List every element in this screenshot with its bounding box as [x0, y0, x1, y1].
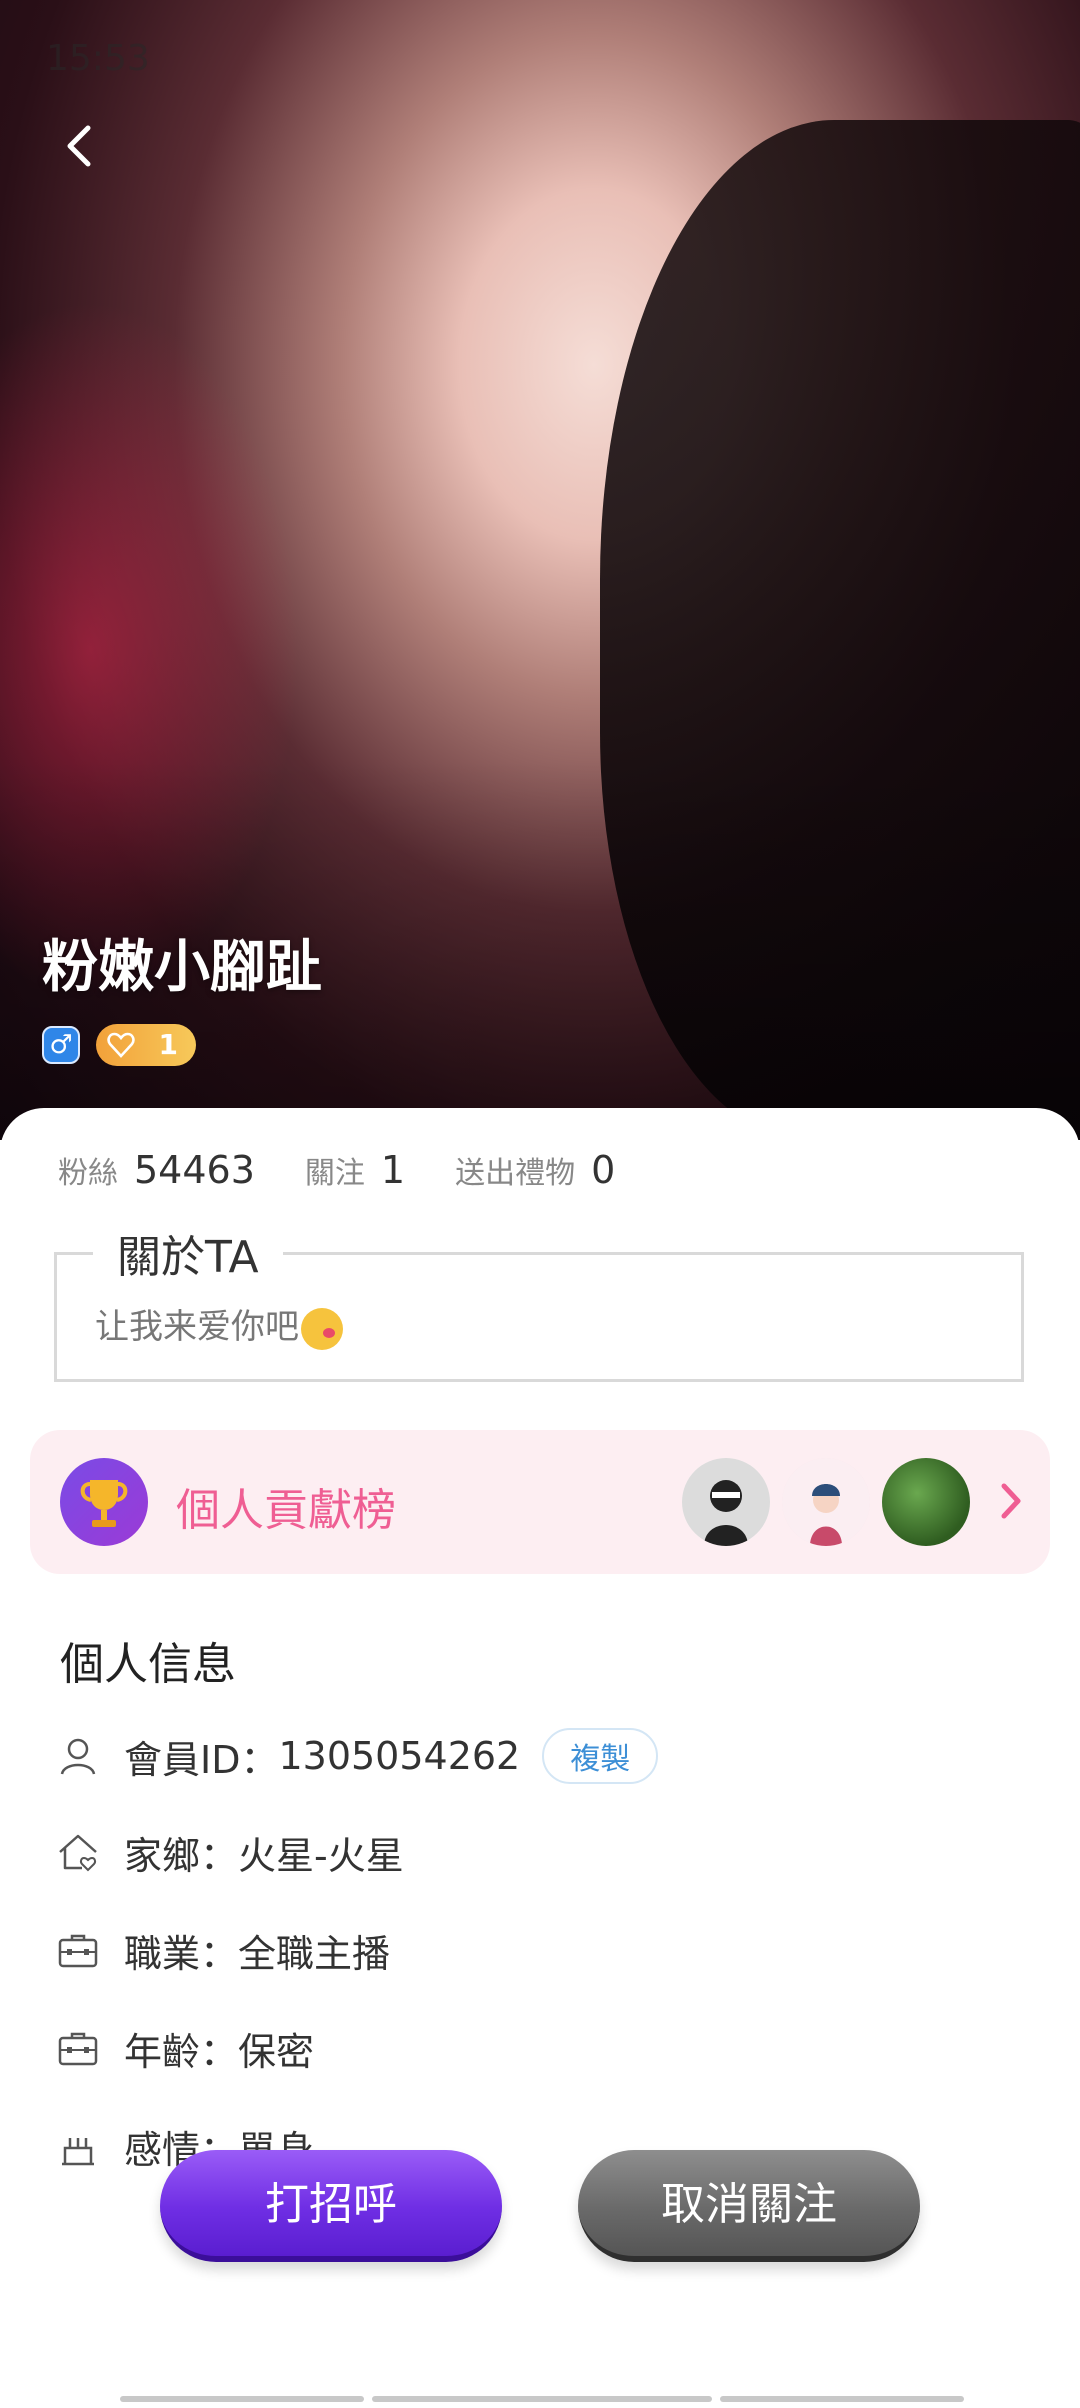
member-id-value: 1305054262: [278, 1734, 521, 1778]
contribution-ranking[interactable]: 個人貢獻榜: [30, 1430, 1050, 1574]
member-id-label: 會員ID：: [124, 1737, 279, 1782]
level-number: 1: [158, 1028, 178, 1061]
briefcase-icon: [58, 2032, 98, 2066]
copy-button[interactable]: 複製: [542, 1728, 659, 1784]
about-text: 让我来爱你吧: [95, 1299, 343, 1350]
about-box: 關於TA 让我来爱你吧: [54, 1221, 1024, 1382]
chevron-left-icon: [67, 125, 91, 167]
occupation-label: 職業：: [124, 1931, 239, 1976]
age-value: 保密: [238, 2029, 315, 2074]
chevron-right-icon: [1001, 1483, 1021, 1519]
unfollow-button[interactable]: 取消關注: [578, 2150, 920, 2262]
cake-icon: [62, 2138, 94, 2166]
status-time: 15:53: [46, 38, 150, 79]
gifts-sent-count: 0: [591, 1148, 616, 1192]
gesture-segment: [372, 2396, 712, 2402]
gifts-sent-label: 送出禮物: [455, 1156, 576, 1191]
gesture-segment: [720, 2396, 964, 2402]
following-label: 關注: [304, 1156, 365, 1191]
heart-icon: [107, 1032, 135, 1058]
back-button[interactable]: [56, 118, 104, 174]
avatar[interactable]: [782, 1458, 870, 1546]
gesture-segment: [120, 2396, 364, 2402]
gesture-bar: [120, 2396, 964, 2402]
occupation-value: 全職主播: [238, 1931, 391, 1976]
avatar[interactable]: [882, 1458, 970, 1546]
fans-count[interactable]: 54463: [134, 1148, 255, 1192]
age-label: 年齡：: [124, 2029, 239, 2074]
member-id-row: 會員ID： 1305054262 複製: [56, 1726, 659, 1786]
hometown-value: 火星-火星: [238, 1833, 404, 1878]
personal-info-title: 個人信息: [60, 1639, 236, 1690]
briefcase-icon: [58, 1934, 98, 1968]
home-icon: [59, 1834, 97, 1872]
about-text-content: 让我来爱你吧: [95, 1307, 299, 1347]
hometown-label: 家鄉：: [124, 1833, 239, 1878]
avatar[interactable]: [682, 1458, 770, 1546]
fans-label: 粉絲: [58, 1156, 118, 1191]
ranking-label: 個人貢獻榜: [176, 1485, 396, 1536]
age-row: 年齡： 保密: [56, 2018, 314, 2078]
kiss-emoji-icon: [301, 1307, 343, 1350]
gender-badge: ♂: [42, 1026, 80, 1064]
following-count[interactable]: 1: [381, 1148, 405, 1192]
male-icon: ♂: [49, 1030, 73, 1060]
greet-button[interactable]: 打招呼: [160, 2150, 502, 2262]
stats-row: 粉絲 54463 關注 1 送出禮物 0: [58, 1148, 665, 1198]
trophy-icon: [60, 1458, 148, 1546]
user-icon: [60, 1738, 96, 1775]
hometown-row: 家鄉： 火星-火星: [56, 1822, 404, 1882]
about-title: 關於TA: [93, 1221, 283, 1285]
occupation-row: 職業： 全職主播: [56, 1920, 390, 1980]
profile-name: 粉嫩小腳趾: [42, 935, 322, 1000]
level-badge: 1: [96, 1024, 196, 1066]
